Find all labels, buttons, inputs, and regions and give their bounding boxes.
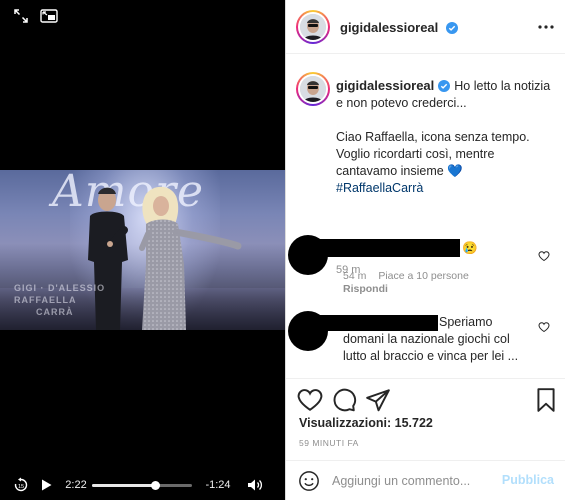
comment-text: Speriamo domani la nazionale giochi col … [343,315,519,363]
add-comment-bar: Pubblica [286,460,565,500]
video-watermark: GIGI · D'ALESSIO RAFFAELLA CARRÀ [14,283,106,317]
post-actions: Visualizzazioni: 15.722 59 MINUTI FA [286,378,565,460]
caption-body: Ho letto la notizia e non potevo crederc… [336,79,551,178]
play-icon[interactable] [36,470,56,500]
expand-icon[interactable] [10,6,32,26]
video-player[interactable]: Amore GIGI · D'ALESSIO RAFFAELLA CARRÀ 1… [0,0,285,500]
picture-in-picture-icon[interactable] [38,6,60,26]
seek-bar-progress [92,484,155,487]
rewind-15-icon[interactable]: 15 [8,470,34,500]
remaining-time: -1:24 [205,479,231,491]
like-comment-heart-icon[interactable] [538,250,550,262]
comment-meta: 54 m Piace a 10 persone [343,270,481,282]
like-heart-icon[interactable] [297,387,323,413]
svg-text:15: 15 [18,484,24,490]
like-comment-heart-icon[interactable] [538,321,550,333]
verified-badge-icon [445,22,458,34]
seek-bar[interactable] [92,481,192,490]
avatar-photo [300,14,326,40]
avatar[interactable] [296,10,330,44]
post-timestamp[interactable]: 59 MINUTI FA [299,438,359,448]
singer-figure-woman [139,186,242,330]
post-header: gigidalessioreal [286,0,565,54]
header-username[interactable]: gigidalessioreal [340,20,438,35]
more-options-icon[interactable] [538,19,554,35]
seek-bar-handle[interactable] [150,481,160,490]
avatar-photo [300,76,326,102]
redacted-username [320,239,460,257]
comment-text: 😢 [462,241,478,255]
save-bookmark-icon[interactable] [533,387,559,413]
comment-input[interactable] [332,471,497,491]
caption-hashtag[interactable]: #RaffaellaCarrà [336,181,423,195]
comment-bubble-icon[interactable] [331,387,357,413]
video-frame[interactable]: Amore GIGI · D'ALESSIO RAFFAELLA CARRÀ [0,170,285,330]
verified-badge-icon [438,80,451,92]
caption-username[interactable]: gigidalessioreal [336,78,434,93]
player-controls: 15 2:22 -1:24 [0,470,285,500]
comment-age: 54 m [343,270,367,282]
share-paper-plane-icon[interactable] [365,387,391,413]
volume-icon[interactable] [244,470,266,500]
publish-button[interactable]: Pubblica [502,473,554,487]
emoji-icon[interactable] [298,470,320,492]
views-count[interactable]: Visualizzazioni: 15.722 [299,416,433,430]
caption-avatar[interactable] [296,72,330,106]
reply-button[interactable]: Rispondi [343,283,388,295]
comment-likes[interactable]: Piace a 10 persone [378,270,468,282]
post-panel: gigidalessioreal gigidalessioreal Ho lett… [285,0,565,500]
current-time: 2:22 [65,479,87,491]
caption-text: gigidalessioreal Ho letto la notizia e no… [336,77,558,197]
